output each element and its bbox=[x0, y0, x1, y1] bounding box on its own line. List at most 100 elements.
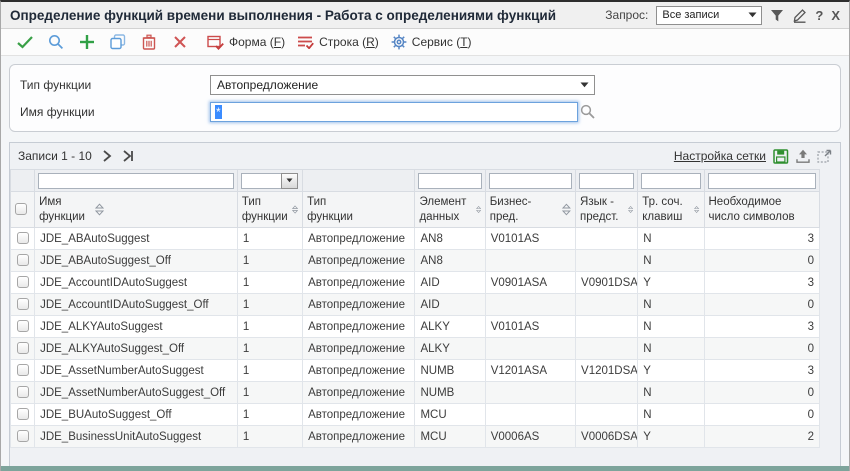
detach-grid-button[interactable] bbox=[817, 149, 832, 163]
row-checkbox[interactable] bbox=[16, 408, 29, 421]
form-menu-button[interactable]: Форма (F) bbox=[207, 35, 285, 50]
close-form-button[interactable] bbox=[164, 35, 195, 49]
row-checkbox[interactable] bbox=[16, 298, 29, 311]
cell-function-name: JDE_AccountIDAutoSuggest_Off bbox=[34, 293, 238, 316]
cell-function-type-code: 1 bbox=[236, 337, 304, 360]
row-select-cell bbox=[10, 403, 36, 426]
cell-hotkey: Y bbox=[637, 271, 705, 294]
export-grid-button[interactable] bbox=[773, 148, 789, 164]
cell-required-chars: 0 bbox=[703, 403, 820, 426]
grid-settings-link[interactable]: Настройка сетки bbox=[674, 149, 766, 163]
row-checkbox[interactable] bbox=[16, 342, 29, 355]
table-row[interactable]: JDE_ALKYAutoSuggest 1 Автопредложение AL… bbox=[10, 315, 820, 338]
filter-icon[interactable] bbox=[770, 9, 784, 22]
form-menu-label: Форма (F) bbox=[229, 35, 286, 49]
table-row[interactable]: JDE_ABAutoSuggest 1 Автопредложение AN8 … bbox=[10, 227, 820, 250]
cell-business-view bbox=[484, 381, 577, 404]
cell-required-chars: 0 bbox=[703, 249, 820, 272]
cell-hotkey: N bbox=[637, 381, 705, 404]
row-checkbox[interactable] bbox=[16, 232, 29, 245]
row-select-cell bbox=[10, 425, 36, 448]
filter-input-business-view[interactable] bbox=[488, 172, 573, 189]
visual-assist-search-button[interactable] bbox=[580, 104, 596, 120]
footer-strip bbox=[1, 466, 849, 471]
query-select[interactable]: Все записи bbox=[656, 5, 763, 25]
delete-button[interactable] bbox=[133, 34, 164, 50]
cell-function-type-name: Автопредложение bbox=[302, 403, 416, 426]
tools-menu-button[interactable]: Сервис (T) bbox=[391, 34, 472, 50]
table-row[interactable]: JDE_BusinessUnitAutoSuggest 1 Автопредло… bbox=[10, 425, 820, 448]
table-row[interactable]: JDE_ALKYAutoSuggest_Off 1 Автопредложени… bbox=[10, 337, 820, 360]
row-checkbox[interactable] bbox=[16, 430, 29, 443]
table-row[interactable]: JDE_AssetNumberAutoSuggest 1 Автопредлож… bbox=[10, 359, 820, 382]
cell-language-view bbox=[575, 227, 639, 250]
filter-input-function-type[interactable] bbox=[240, 172, 281, 189]
cell-function-name: JDE_AssetNumberAutoSuggest bbox=[34, 359, 238, 382]
filter-cell-name bbox=[34, 169, 238, 192]
sort-icon bbox=[628, 205, 634, 214]
copy-button[interactable] bbox=[102, 34, 133, 50]
row-checkbox[interactable] bbox=[16, 276, 29, 289]
filter-input-hotkey[interactable] bbox=[641, 172, 701, 189]
filter-input-language-view[interactable] bbox=[579, 172, 635, 189]
cell-business-view bbox=[484, 403, 577, 426]
cell-function-type-name: Автопредложение bbox=[302, 293, 416, 316]
cell-required-chars: 0 bbox=[703, 293, 820, 316]
function-name-input[interactable]: * bbox=[210, 102, 578, 122]
table-row[interactable]: JDE_AssetNumberAutoSuggest_Off 1 Автопре… bbox=[10, 381, 820, 404]
sort-icon bbox=[694, 206, 700, 213]
cell-function-type-code: 1 bbox=[236, 381, 304, 404]
filter-input-required-chars[interactable] bbox=[707, 172, 816, 189]
filter-input-data-item[interactable] bbox=[418, 172, 482, 189]
column-header-data-item[interactable]: Элемент данных bbox=[414, 191, 486, 228]
record-navigation bbox=[102, 150, 134, 162]
cell-required-chars: 3 bbox=[703, 227, 820, 250]
row-checkbox[interactable] bbox=[16, 254, 29, 267]
row-checkbox[interactable] bbox=[16, 320, 29, 333]
cell-business-view bbox=[484, 249, 577, 272]
column-header-hotkey[interactable]: Тр. соч. клавиш bbox=[637, 191, 705, 228]
row-select-cell bbox=[10, 381, 36, 404]
last-page-button[interactable] bbox=[122, 150, 134, 162]
table-row[interactable]: JDE_AccountIDAutoSuggest 1 Автопредложен… bbox=[10, 271, 820, 294]
table-row[interactable]: JDE_BUAutoSuggest_Off 1 Автопредложение … bbox=[10, 403, 820, 426]
cell-language-view bbox=[575, 293, 639, 316]
column-header-required-chars[interactable]: Необходимое число символов bbox=[703, 191, 820, 228]
application-window: Определение функций времени выполнения -… bbox=[0, 0, 850, 471]
filter-cell-data-item bbox=[414, 169, 486, 192]
cell-function-name: JDE_BusinessUnitAutoSuggest bbox=[34, 425, 238, 448]
row-checkbox[interactable] bbox=[16, 364, 29, 377]
column-header-function-type-name[interactable]: Тип функции bbox=[302, 191, 416, 228]
table-row[interactable]: JDE_ABAutoSuggest_Off 1 Автопредложение … bbox=[10, 249, 820, 272]
select-all-checkbox[interactable] bbox=[15, 203, 27, 216]
query-label: Запрос: bbox=[605, 8, 649, 22]
help-button[interactable]: ? bbox=[815, 9, 823, 22]
add-button[interactable] bbox=[71, 34, 102, 50]
next-page-button[interactable] bbox=[102, 150, 112, 162]
cell-required-chars: 0 bbox=[703, 381, 820, 404]
row-checkbox[interactable] bbox=[16, 386, 29, 399]
find-button[interactable] bbox=[40, 34, 71, 50]
cell-language-view: V0006DSA bbox=[575, 425, 639, 448]
cell-function-type-name: Автопредложение bbox=[302, 425, 416, 448]
column-header-function-name[interactable]: Имя функции bbox=[34, 191, 238, 228]
table-row[interactable]: JDE_AccountIDAutoSuggest_Off 1 Автопредл… bbox=[10, 293, 820, 316]
cell-data-item: MCU bbox=[414, 403, 486, 426]
cell-language-view bbox=[575, 381, 639, 404]
close-window-button[interactable]: X bbox=[831, 9, 840, 22]
function-name-label: Имя функции bbox=[20, 105, 95, 119]
column-header-business-view[interactable]: Бизнес-пред. bbox=[484, 191, 577, 228]
select-ok-button[interactable] bbox=[9, 35, 40, 49]
copy-icon bbox=[109, 34, 125, 50]
filter-type-dropdown-button[interactable] bbox=[280, 172, 298, 189]
filter-input-function-name[interactable] bbox=[38, 172, 234, 189]
import-grid-button[interactable] bbox=[796, 149, 810, 163]
cell-language-view bbox=[575, 403, 639, 426]
column-header-function-type-code[interactable]: Тип функции bbox=[236, 191, 304, 228]
function-type-select[interactable]: Автопредложение bbox=[210, 75, 595, 95]
cell-business-view: V1201ASA bbox=[484, 359, 577, 382]
column-header-language-view[interactable]: Язык - предст. bbox=[575, 191, 639, 228]
edit-pencil-icon[interactable] bbox=[792, 8, 807, 23]
cell-language-view bbox=[575, 337, 639, 360]
row-menu-button[interactable]: Строка (R) bbox=[297, 35, 379, 49]
